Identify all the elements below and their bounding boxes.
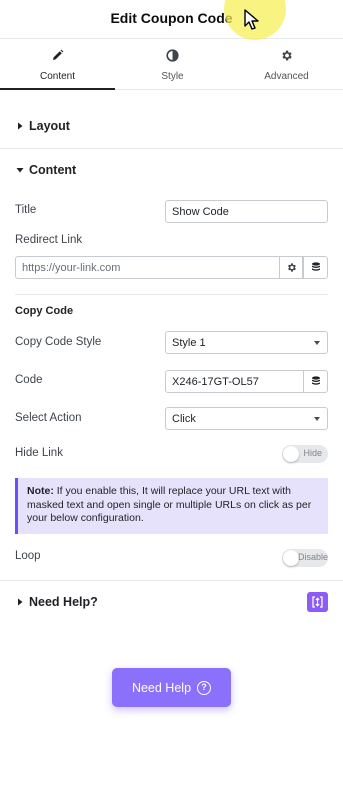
hide-link-note: Note: If you enable this, It will replac… [15, 478, 328, 534]
select-action-value: Click [172, 412, 196, 425]
need-help-button-label: Need Help [131, 680, 192, 695]
plugin-badge [307, 592, 328, 612]
tab-style-label: Style [161, 71, 184, 82]
mouse-cursor-icon [244, 9, 259, 30]
contrast-icon [166, 49, 179, 62]
loop-toggle-text: Disable [297, 552, 328, 562]
caret-right-icon [18, 122, 23, 130]
tab-style[interactable]: Style [115, 39, 230, 89]
title-input[interactable]: Show Code [165, 200, 328, 223]
code-input-value: X246-17GT-OL57 [172, 375, 259, 388]
tab-content[interactable]: Content [0, 39, 115, 90]
caret-down-icon [16, 168, 24, 173]
select-action-label: Select Action [15, 412, 82, 424]
plugin-logo-icon [312, 596, 323, 608]
section-need-help-toggle[interactable]: Need Help? [15, 592, 98, 612]
question-circle-icon: ? [197, 680, 212, 695]
loop-label: Loop [15, 550, 41, 562]
caret-right-icon [18, 598, 23, 606]
content-divider [15, 294, 328, 295]
database-icon [311, 376, 320, 385]
loop-toggle[interactable]: Disable [282, 549, 328, 567]
section-content-toggle[interactable]: Content [15, 160, 76, 180]
copy-code-style-select[interactable]: Style 1 [165, 331, 328, 354]
select-action-select[interactable]: Click [165, 407, 328, 430]
database-icon [311, 262, 320, 271]
tab-advanced[interactable]: Advanced [230, 39, 343, 89]
panel-header: Edit Coupon Code [0, 0, 343, 39]
note-prefix: Note: [27, 485, 54, 497]
section-content-label: Content [29, 163, 77, 177]
panel-tabs: Content Style Advanced [0, 39, 343, 90]
code-input[interactable]: X246-17GT-OL57 [165, 370, 304, 393]
tab-content-label: Content [39, 71, 76, 82]
redirect-link-input[interactable]: https://your-link.com [15, 256, 280, 279]
link-dynamic-tags-button[interactable] [303, 256, 328, 279]
title-input-value: Show Code [172, 205, 229, 218]
section-layout-label: Layout [29, 119, 70, 133]
note-text: If you enable this, It will replace your… [27, 485, 312, 525]
pencil-icon [53, 49, 64, 60]
panel-title: Edit Coupon Code [110, 10, 233, 26]
copy-code-heading: Copy Code [15, 305, 74, 317]
section-divider [0, 148, 343, 149]
code-dynamic-tags-button[interactable] [303, 370, 328, 393]
copy-code-style-value: Style 1 [172, 336, 206, 349]
section-divider [0, 580, 343, 581]
section-layout-toggle[interactable]: Layout [15, 116, 70, 136]
tab-advanced-label: Advanced [264, 71, 309, 82]
hide-link-toggle-text: Hide [303, 448, 322, 458]
need-help-button[interactable]: Need Help ? [112, 668, 231, 707]
redirect-link-label: Redirect Link [15, 234, 83, 246]
link-settings-button[interactable] [279, 256, 303, 279]
hide-link-label: Hide Link [15, 447, 63, 459]
title-label: Title [15, 204, 37, 216]
code-label: Code [15, 374, 43, 386]
gear-icon [287, 263, 296, 272]
toggle-knob [283, 550, 299, 566]
toggle-knob [283, 446, 299, 462]
copy-code-style-label: Copy Code Style [15, 336, 102, 348]
gear-icon [282, 50, 292, 61]
hide-link-toggle[interactable]: Hide [282, 445, 328, 463]
section-need-help-label: Need Help? [29, 595, 98, 609]
redirect-link-placeholder: https://your-link.com [22, 261, 121, 274]
